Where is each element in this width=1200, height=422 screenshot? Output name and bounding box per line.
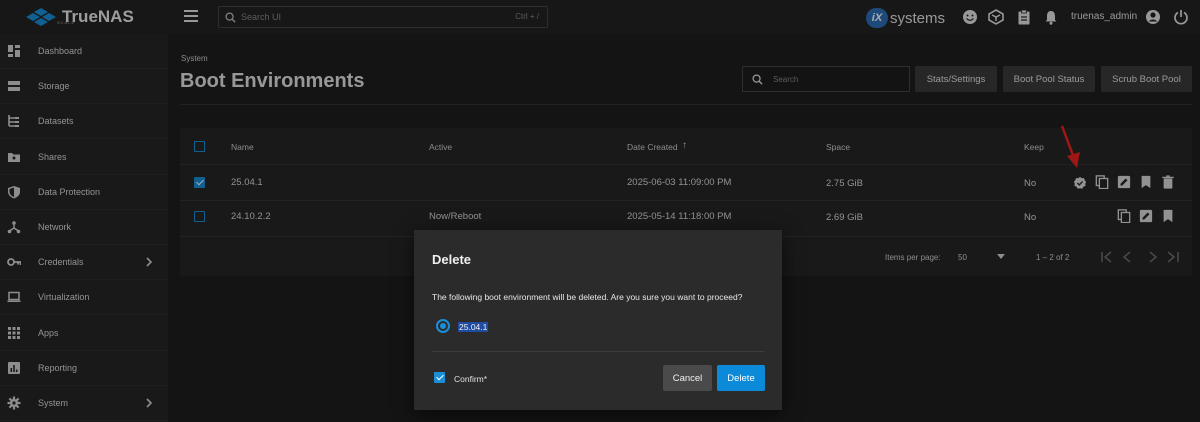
dialog-title: Delete xyxy=(432,252,472,267)
dialog-item-name: 25.04.1 xyxy=(458,322,489,332)
cancel-button[interactable]: Cancel xyxy=(663,365,712,391)
dialog-message: The following boot environment will be d… xyxy=(432,292,743,302)
divider xyxy=(432,351,764,352)
delete-dialog: Delete The following boot environment wi… xyxy=(414,230,782,410)
delete-button[interactable]: Delete xyxy=(717,365,765,391)
confirm-checkbox[interactable] xyxy=(434,372,445,383)
confirm-label[interactable]: Confirm* xyxy=(454,374,487,384)
item-radio[interactable] xyxy=(436,319,450,333)
